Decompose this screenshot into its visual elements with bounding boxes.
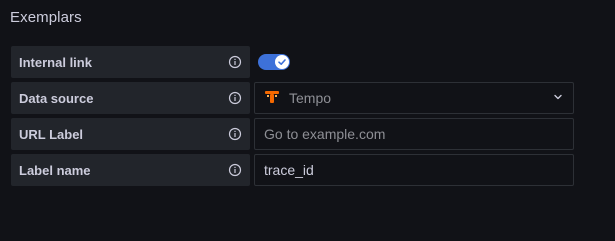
url-label-input[interactable] <box>264 126 564 142</box>
internal-link-toggle-cell <box>254 46 574 78</box>
label-name-label: Label name <box>19 162 91 178</box>
url-label-label-cell: URL Label <box>11 118 250 150</box>
section-title: Exemplars <box>10 9 82 26</box>
url-label-label: URL Label <box>19 126 84 142</box>
label-name-input[interactable] <box>264 162 564 178</box>
info-icon[interactable] <box>228 163 242 177</box>
url-label-row: URL Label <box>11 118 574 150</box>
label-name-label-cell: Label name <box>11 154 250 186</box>
info-icon[interactable] <box>228 55 242 69</box>
data-source-label: Data source <box>19 90 94 106</box>
internal-link-row: Internal link <box>11 46 574 78</box>
tempo-logo-icon <box>264 89 280 108</box>
internal-link-label: Internal link <box>19 54 92 70</box>
internal-link-label-cell: Internal link <box>11 46 250 78</box>
internal-link-toggle[interactable] <box>258 54 290 70</box>
data-source-label-cell: Data source <box>11 82 250 114</box>
data-source-select[interactable]: Tempo <box>254 82 574 114</box>
info-icon[interactable] <box>228 127 242 141</box>
label-name-row: Label name <box>11 154 574 186</box>
label-name-field <box>254 154 574 186</box>
data-source-value: Tempo <box>289 90 332 106</box>
url-label-field <box>254 118 574 150</box>
info-icon[interactable] <box>228 91 242 105</box>
data-source-row: Data source Tempo <box>11 82 574 114</box>
toggle-check-icon <box>275 55 289 69</box>
chevron-down-icon <box>552 90 564 106</box>
